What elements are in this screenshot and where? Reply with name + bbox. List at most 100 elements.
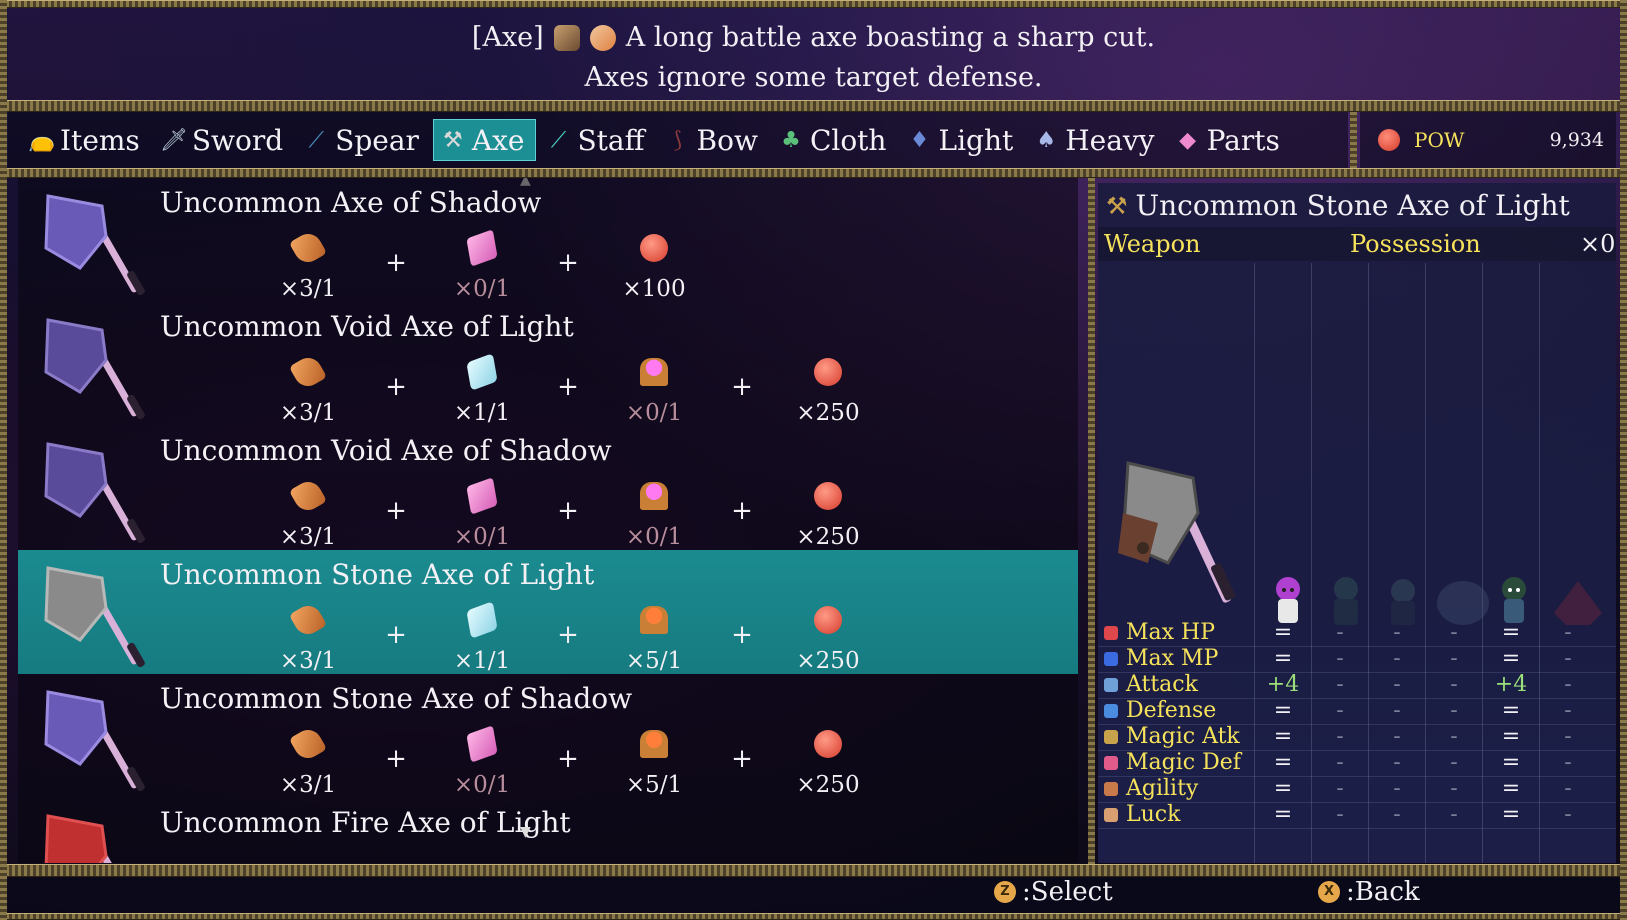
bow-icon: ⟆ [673, 127, 682, 153]
material-quantity: ×1/1 [453, 400, 511, 426]
material-slot: ×250 [788, 730, 868, 798]
control-hints: Z :Select X :Back [8, 877, 1619, 913]
tab-staff[interactable]: ⟋ Staff [540, 119, 655, 161]
wood-icon [288, 228, 328, 268]
stat-value: - [1393, 776, 1401, 801]
stat-icon [1104, 678, 1118, 692]
parts-icon: ◆ [1179, 127, 1197, 153]
stat-value: - [1450, 750, 1458, 775]
select-label: :Select [1022, 877, 1113, 907]
material-quantity: ×5/1 [625, 772, 683, 798]
description-line2: Axes ignore some target defense. [584, 62, 1043, 93]
tab-heavy[interactable]: ♠ Heavy [1027, 119, 1164, 161]
frame-panel-separator [1088, 178, 1095, 864]
type-label: Weapon [1104, 230, 1201, 258]
axe-thumbnail-image [44, 194, 145, 296]
material-slot: ×3/1 [268, 228, 348, 302]
material-quantity: ×0/1 [453, 772, 511, 798]
tab-spear[interactable]: ⟋ Spear [297, 119, 429, 161]
pink-gem-icon [466, 229, 498, 267]
stat-row-max-hp: Max HP = - - - = - [1098, 620, 1616, 647]
currency-display: POW 9,934 [1360, 112, 1616, 168]
material-slot: ×3/1 [268, 600, 348, 674]
void-orb-icon [640, 482, 668, 510]
stat-value: - [1336, 724, 1344, 749]
axe-thumbnail-image [44, 318, 145, 420]
stat-value: +4 [1494, 672, 1528, 697]
stat-value: = [1501, 724, 1521, 749]
back-hint[interactable]: X :Back [1318, 877, 1420, 907]
select-hint[interactable]: Z :Select [994, 877, 1113, 907]
stat-value: - [1336, 620, 1344, 645]
pow-coin-icon [814, 606, 842, 634]
stat-value: = [1501, 646, 1521, 671]
tab-sword[interactable]: 🗡 Sword [154, 119, 293, 161]
material-slot: ×1/1 [442, 601, 522, 674]
detail-panel: ⚒ Uncommon Stone Axe of Light Weapon Pos… [1098, 183, 1616, 863]
recipe-row[interactable]: Uncommon Axe of Shadow ×3/1 + ×0/1 + ×100 [18, 178, 1078, 302]
material-quantity: ×3/1 [279, 400, 337, 426]
tab-label: Bow [696, 123, 758, 157]
defense-pierce-icon [589, 25, 616, 51]
scroll-down-icon[interactable]: ▼ [520, 824, 531, 840]
tab-cloth[interactable]: ♣ Cloth [772, 119, 897, 161]
stat-value: - [1564, 776, 1572, 801]
axe-thumbnail-image [44, 442, 145, 544]
possession-label: Possession [1350, 230, 1481, 258]
stat-row-luck: Luck = - - - = - [1098, 802, 1616, 829]
plus-sign: + [557, 620, 579, 650]
tab-axe[interactable]: ⚒ Axe [432, 119, 536, 161]
recipe-name: Uncommon Fire Axe of Light [160, 806, 571, 839]
stat-value: = [1273, 646, 1293, 671]
recipe-name: Uncommon Stone Axe of Shadow [160, 682, 633, 715]
stat-value: = [1501, 776, 1521, 801]
tab-light[interactable]: ♦ Light [900, 119, 1023, 161]
recipe-list[interactable]: ▲ Uncommon Axe of Shadow×3/1+×0/1+×100Un… [8, 178, 1086, 863]
material-slot: ×250 [788, 606, 868, 674]
recipe-row[interactable]: Uncommon Stone Axe of Light ×3/1 + ×1/1 + ×5/… [18, 550, 1078, 674]
tab-parts[interactable]: ◆ Parts [1169, 119, 1290, 161]
plus-sign: + [731, 372, 753, 402]
stat-value: +4 [1266, 672, 1300, 697]
stat-value: = [1273, 620, 1293, 645]
pink-gem-icon [466, 477, 498, 515]
stat-value: - [1564, 646, 1572, 671]
tab-bow[interactable]: ⟆ Bow [659, 119, 768, 161]
material-quantity: ×0/1 [625, 400, 683, 426]
recipe-row[interactable]: Uncommon Fire Axe of Light [18, 798, 1078, 863]
pow-coin-icon [814, 730, 842, 758]
material-slot: ×0/1 [442, 725, 522, 798]
stat-value: - [1564, 698, 1572, 723]
spear-icon: ⟋ [308, 127, 324, 153]
category-tabs: 👝 Items 🗡 Sword ⟋ Spear ⚒ Axe ⟋ Staff ⟆ Bow ♣ Cloth ♦ L… [8, 112, 1348, 168]
stat-row-max-mp: Max MP = - - - = - [1098, 646, 1616, 673]
recipe-row[interactable]: Uncommon Stone Axe of Shadow ×3/1 + ×0/1 + ×5… [18, 674, 1078, 798]
stat-value: - [1450, 620, 1458, 645]
stat-value: - [1450, 776, 1458, 801]
stat-value: = [1501, 802, 1521, 827]
cloth-icon: ♣ [781, 127, 801, 153]
material-quantity: ×3/1 [279, 276, 337, 302]
z-button-icon: Z [994, 881, 1016, 903]
stat-value: = [1273, 750, 1293, 775]
stat-name: Defense [1126, 698, 1217, 723]
stat-value: - [1450, 698, 1458, 723]
material-slot: ×100 [614, 234, 694, 302]
stat-value: = [1273, 724, 1293, 749]
material-slot: ×0/1 [442, 477, 522, 550]
stone-orb-icon [640, 730, 668, 758]
stat-name: Max HP [1126, 620, 1216, 645]
recipe-row[interactable]: Uncommon Void Axe of Shadow ×3/1 + ×0/1 + ×0/… [18, 426, 1078, 550]
stat-name: Max MP [1126, 646, 1219, 671]
back-label: :Back [1346, 877, 1420, 907]
pow-coin-icon [640, 234, 668, 262]
recipe-row[interactable]: Uncommon Void Axe of Light ×3/1 + ×1/1 + ×0/1… [18, 302, 1078, 426]
tab-items[interactable]: 👝 Items [22, 119, 150, 161]
stat-icon [1104, 808, 1118, 822]
plus-sign: + [385, 620, 407, 650]
stat-value: - [1336, 750, 1344, 775]
stone-orb-icon [640, 606, 668, 634]
plus-sign: + [557, 372, 579, 402]
stat-value: - [1450, 646, 1458, 671]
possession-value: ×0 [1580, 230, 1616, 258]
